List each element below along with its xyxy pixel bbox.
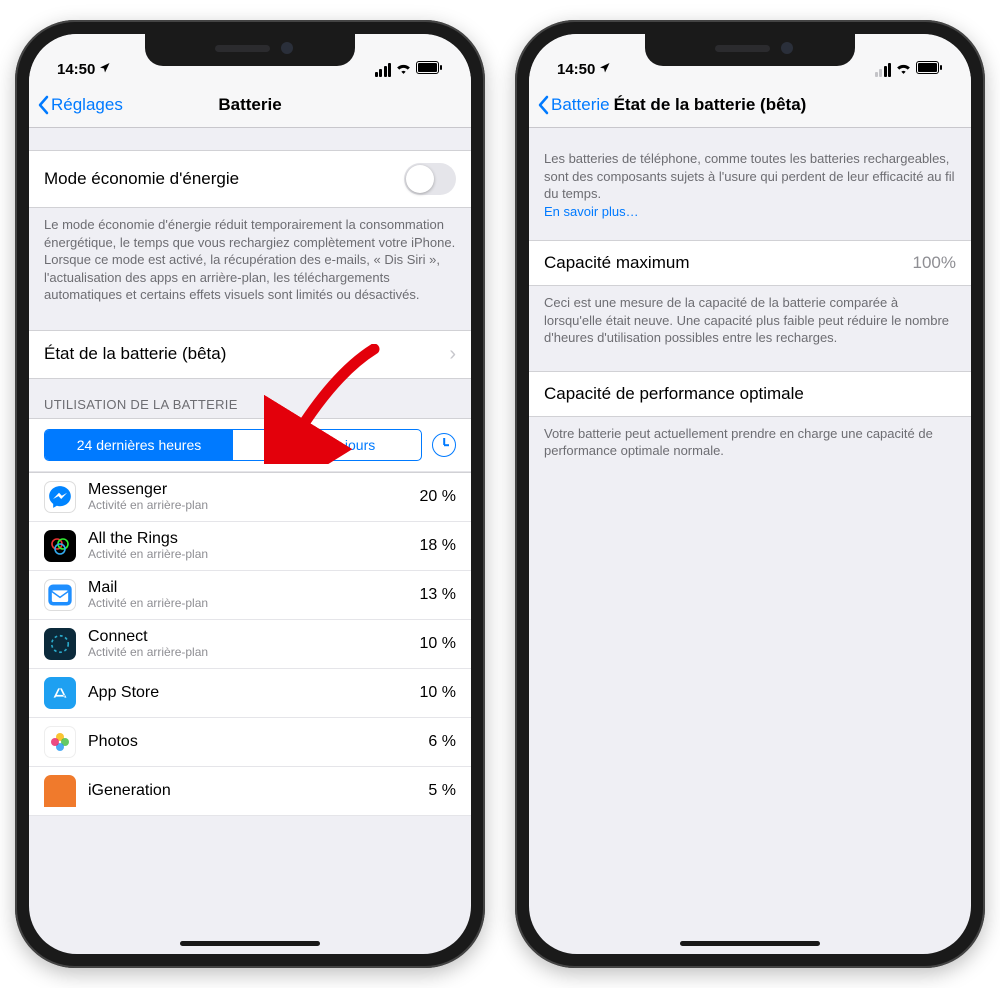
back-label: Batterie — [551, 95, 610, 115]
screen: 14:50 Réglages — [29, 34, 471, 954]
app-icon — [44, 677, 76, 709]
max-capacity-label: Capacité maximum — [544, 253, 690, 273]
app-percentage: 10 % — [420, 684, 456, 702]
app-name: Photos — [88, 733, 416, 751]
app-name: App Store — [88, 684, 408, 702]
app-percentage: 10 % — [420, 635, 456, 653]
app-name: Mail — [88, 579, 408, 597]
max-capacity-row: Capacité maximum 100% — [529, 240, 971, 286]
home-indicator[interactable] — [180, 941, 320, 946]
location-icon — [599, 61, 611, 78]
app-name: All the Rings — [88, 530, 408, 548]
phone-right: 14:50 Batterie — [515, 20, 985, 968]
app-icon — [44, 726, 76, 758]
app-usage-list: MessengerActivité en arrière-plan20 %All… — [29, 472, 471, 816]
nav-bar: Réglages Batterie — [29, 82, 471, 128]
app-icon — [44, 628, 76, 660]
intro-text-block: Les batteries de téléphone, comme toutes… — [529, 128, 971, 234]
learn-more-link[interactable]: En savoir plus… — [544, 204, 639, 219]
app-info: Photos — [88, 733, 416, 751]
app-usage-row[interactable]: App Store 10 % — [29, 669, 471, 718]
content-area: Les batteries de téléphone, comme toutes… — [529, 128, 971, 954]
segment-24h[interactable]: 24 dernières heures — [45, 430, 233, 460]
max-capacity-footer: Ceci est une mesure de la capacité de la… — [529, 286, 971, 361]
app-info: MailActivité en arrière-plan — [88, 579, 408, 610]
chevron-left-icon — [537, 95, 549, 115]
peak-performance-row: Capacité de performance optimale — [529, 371, 971, 417]
nav-title: État de la batterie (bêta) — [614, 95, 807, 115]
intro-text: Les batteries de téléphone, comme toutes… — [544, 151, 955, 201]
app-subtitle: Activité en arrière-plan — [88, 548, 408, 561]
low-power-mode-row[interactable]: Mode économie d'énergie — [29, 150, 471, 208]
app-name: Messenger — [88, 481, 408, 499]
low-power-mode-toggle[interactable] — [404, 163, 456, 195]
app-subtitle: Activité en arrière-plan — [88, 646, 408, 659]
back-label: Réglages — [51, 95, 123, 115]
app-usage-row[interactable]: All the RingsActivité en arrière-plan 18 … — [29, 522, 471, 571]
app-usage-row[interactable]: Photos 6 % — [29, 718, 471, 767]
app-info: iGeneration — [88, 782, 416, 800]
app-name: Connect — [88, 628, 408, 646]
app-subtitle: Activité en arrière-plan — [88, 499, 408, 512]
location-icon — [99, 61, 111, 78]
status-time: 14:50 — [57, 61, 95, 78]
low-power-mode-footer: Le mode économie d'énergie réduit tempor… — [29, 208, 471, 318]
max-capacity-value: 100% — [913, 253, 956, 273]
app-percentage: 18 % — [420, 537, 456, 555]
app-info: All the RingsActivité en arrière-plan — [88, 530, 408, 561]
chevron-left-icon — [37, 95, 49, 115]
wifi-icon — [895, 61, 912, 78]
app-usage-row[interactable]: ConnectActivité en arrière-plan 10 % — [29, 620, 471, 669]
app-percentage: 5 % — [428, 782, 456, 800]
battery-icon — [916, 61, 943, 78]
home-indicator[interactable] — [680, 941, 820, 946]
app-icon — [44, 530, 76, 562]
peak-performance-label: Capacité de performance optimale — [544, 384, 804, 404]
notch — [145, 34, 355, 66]
app-icon — [44, 775, 76, 807]
battery-health-row[interactable]: État de la batterie (bêta) › — [29, 330, 471, 379]
app-info: ConnectActivité en arrière-plan — [88, 628, 408, 659]
peak-performance-footer: Votre batterie peut actuellement prendre… — [529, 417, 971, 474]
app-name: iGeneration — [88, 782, 416, 800]
time-range-segmented[interactable]: 24 dernières heures 7 derniers jours — [44, 429, 422, 461]
back-button[interactable]: Batterie — [537, 95, 610, 115]
signal-icon — [375, 63, 392, 77]
clock-icon-button[interactable] — [432, 433, 456, 457]
app-percentage: 20 % — [420, 488, 456, 506]
low-power-mode-label: Mode économie d'énergie — [44, 169, 239, 189]
chevron-right-icon: › — [449, 343, 456, 366]
app-usage-row[interactable]: MessengerActivité en arrière-plan 20 % — [29, 472, 471, 522]
signal-icon — [875, 63, 892, 77]
status-time: 14:50 — [557, 61, 595, 78]
app-percentage: 13 % — [420, 586, 456, 604]
nav-bar: Batterie État de la batterie (bêta) — [529, 82, 971, 128]
app-info: MessengerActivité en arrière-plan — [88, 481, 408, 512]
battery-health-label: État de la batterie (bêta) — [44, 344, 226, 364]
wifi-icon — [395, 61, 412, 78]
battery-icon — [416, 61, 443, 78]
screen: 14:50 Batterie — [529, 34, 971, 954]
back-button[interactable]: Réglages — [37, 95, 123, 115]
content-area: Mode économie d'énergie Le mode économie… — [29, 128, 471, 954]
app-percentage: 6 % — [428, 733, 456, 751]
phone-left: 14:50 Réglages — [15, 20, 485, 968]
notch — [645, 34, 855, 66]
app-info: App Store — [88, 684, 408, 702]
segment-7d[interactable]: 7 derniers jours — [233, 430, 421, 460]
app-usage-row[interactable]: iGeneration 5 % — [29, 767, 471, 816]
app-icon — [44, 481, 76, 513]
usage-section-header: UTILISATION DE LA BATTERIE — [29, 379, 471, 418]
app-icon — [44, 579, 76, 611]
app-subtitle: Activité en arrière-plan — [88, 597, 408, 610]
app-usage-row[interactable]: MailActivité en arrière-plan 13 % — [29, 571, 471, 620]
